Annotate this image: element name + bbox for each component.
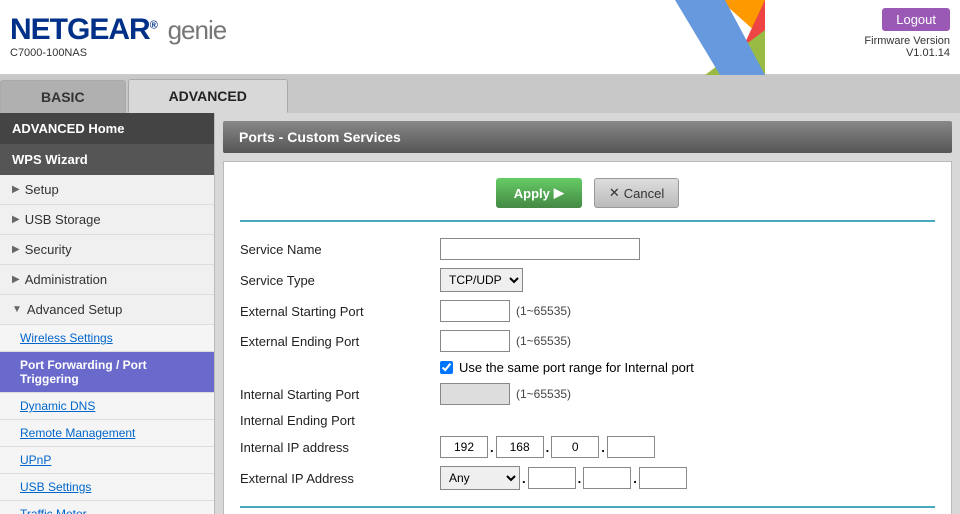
admin-label: Administration [25, 272, 107, 287]
ext-ip-dot-2: . [578, 471, 582, 486]
admin-arrow: ▶ [12, 274, 20, 285]
advanced-setup-label: Advanced Setup [27, 302, 122, 317]
ext-starting-port-hint: (1~65535) [516, 304, 571, 318]
int-ip-field-2[interactable] [496, 436, 544, 458]
apply-button[interactable]: Apply ▶ [496, 178, 582, 208]
service-type-select[interactable]: TCP/UDP TCP UDP [440, 268, 523, 292]
main-layout: ADVANCED Home WPS Wizard ▶ Setup ▶ USB S… [0, 113, 960, 514]
model-number: C7000-100NAS [10, 47, 226, 59]
sidebar-item-administration[interactable]: ▶ Administration [0, 265, 214, 295]
cancel-label: Cancel [624, 186, 664, 201]
same-port-range-label: Use the same port range for Internal por… [459, 360, 694, 375]
apply-arrow-icon: ▶ [554, 185, 564, 201]
logo-area: NETGEAR® genie C7000-100NAS [10, 15, 226, 59]
sidebar-item-dynamic-dns[interactable]: Dynamic DNS [0, 393, 214, 420]
cancel-button[interactable]: ✕ Cancel [594, 178, 679, 208]
ext-ip-field-3[interactable] [639, 467, 687, 489]
action-bar: Apply ▶ ✕ Cancel [240, 178, 935, 222]
ext-ending-port-row: External Ending Port (1~65535) [240, 330, 935, 352]
int-starting-port-row: Internal Starting Port (1~65535) [240, 383, 935, 405]
ext-ip-select[interactable]: Any [440, 466, 520, 490]
service-name-row: Service Name [240, 238, 935, 260]
reg-symbol: ® [150, 20, 157, 32]
usb-storage-label: USB Storage [25, 212, 101, 227]
int-ip-field-4[interactable] [607, 436, 655, 458]
bottom-divider [240, 506, 935, 508]
service-name-label: Service Name [240, 242, 440, 257]
int-ip-field-1[interactable] [440, 436, 488, 458]
apply-label: Apply [514, 186, 550, 201]
security-arrow: ▶ [12, 244, 20, 255]
logo-decoration [675, 0, 765, 75]
int-ending-port-row: Internal Ending Port [240, 413, 935, 428]
int-starting-port-input[interactable] [440, 383, 510, 405]
same-port-range-row: Use the same port range for Internal por… [440, 360, 935, 375]
int-starting-port-hint: (1~65535) [516, 387, 571, 401]
cancel-icon: ✕ [609, 185, 620, 201]
firmware-info: Firmware Version V1.01.14 [864, 35, 950, 59]
usb-storage-arrow: ▶ [12, 214, 20, 225]
ip-dot-3: . [601, 440, 605, 455]
sidebar-item-advanced-setup[interactable]: ▼ Advanced Setup [0, 295, 214, 325]
tab-advanced[interactable]: ADVANCED [128, 79, 288, 113]
ext-ip-field-1[interactable] [528, 467, 576, 489]
ext-ip-field-2[interactable] [583, 467, 631, 489]
page-title: Ports - Custom Services [223, 121, 952, 153]
ext-ip-label: External IP Address [240, 471, 440, 486]
int-ip-label: Internal IP address [240, 440, 440, 455]
header-right: Logout Firmware Version V1.01.14 [864, 8, 950, 59]
service-name-input[interactable] [440, 238, 640, 260]
setup-label: Setup [25, 182, 59, 197]
int-ip-fields: . . . [440, 436, 655, 458]
service-type-row: Service Type TCP/UDP TCP UDP [240, 268, 935, 292]
sidebar-item-setup[interactable]: ▶ Setup [0, 175, 214, 205]
content-area: Ports - Custom Services Apply ▶ ✕ Cancel… [215, 113, 960, 514]
ext-ending-port-label: External Ending Port [240, 334, 440, 349]
int-ip-field-3[interactable] [551, 436, 599, 458]
header: NETGEAR® genie C7000-100NAS Logout Firmw… [0, 0, 960, 75]
sidebar-item-advanced-home[interactable]: ADVANCED Home [0, 113, 214, 144]
ext-ip-fields: Any . . . [440, 466, 687, 490]
sidebar-item-port-forwarding[interactable]: Port Forwarding / Port Triggering [0, 352, 214, 393]
sidebar-item-usb-settings[interactable]: USB Settings [0, 474, 214, 501]
sidebar: ADVANCED Home WPS Wizard ▶ Setup ▶ USB S… [0, 113, 215, 514]
int-starting-port-label: Internal Starting Port [240, 387, 440, 402]
genie-label: genie [168, 15, 227, 45]
security-label: Security [25, 242, 72, 257]
sidebar-item-traffic-meter[interactable]: Traffic Meter [0, 501, 214, 514]
sidebar-item-upnp[interactable]: UPnP [0, 447, 214, 474]
ext-ending-port-input[interactable] [440, 330, 510, 352]
tab-bar: BASIC ADVANCED [0, 75, 960, 113]
ip-dot-2: . [546, 440, 550, 455]
content-body: Apply ▶ ✕ Cancel Service Name Service Ty… [223, 161, 952, 514]
advanced-setup-arrow: ▼ [12, 304, 22, 315]
ip-dot-1: . [490, 440, 494, 455]
ext-ip-row: External IP Address Any . . . [240, 466, 935, 490]
sidebar-item-wireless-settings[interactable]: Wireless Settings [0, 325, 214, 352]
int-ending-port-label: Internal Ending Port [240, 413, 440, 428]
ext-starting-port-label: External Starting Port [240, 304, 440, 319]
ext-ip-dot-1: . [522, 471, 526, 486]
ext-ending-port-hint: (1~65535) [516, 334, 571, 348]
ext-starting-port-row: External Starting Port (1~65535) [240, 300, 935, 322]
sidebar-item-wps-wizard[interactable]: WPS Wizard [0, 144, 214, 175]
ext-starting-port-input[interactable] [440, 300, 510, 322]
logo-netgear: NETGEAR® genie [10, 15, 226, 45]
setup-arrow: ▶ [12, 184, 20, 195]
service-type-label: Service Type [240, 273, 440, 288]
brand-name: NETGEAR [10, 13, 150, 46]
same-port-range-checkbox[interactable] [440, 361, 453, 374]
sidebar-item-usb-storage[interactable]: ▶ USB Storage [0, 205, 214, 235]
int-ip-row: Internal IP address . . . [240, 436, 935, 458]
ext-ip-dot-3: . [633, 471, 637, 486]
logout-button[interactable]: Logout [882, 8, 950, 31]
tab-basic[interactable]: BASIC [0, 80, 126, 113]
sidebar-item-security[interactable]: ▶ Security [0, 235, 214, 265]
sidebar-item-remote-management[interactable]: Remote Management [0, 420, 214, 447]
